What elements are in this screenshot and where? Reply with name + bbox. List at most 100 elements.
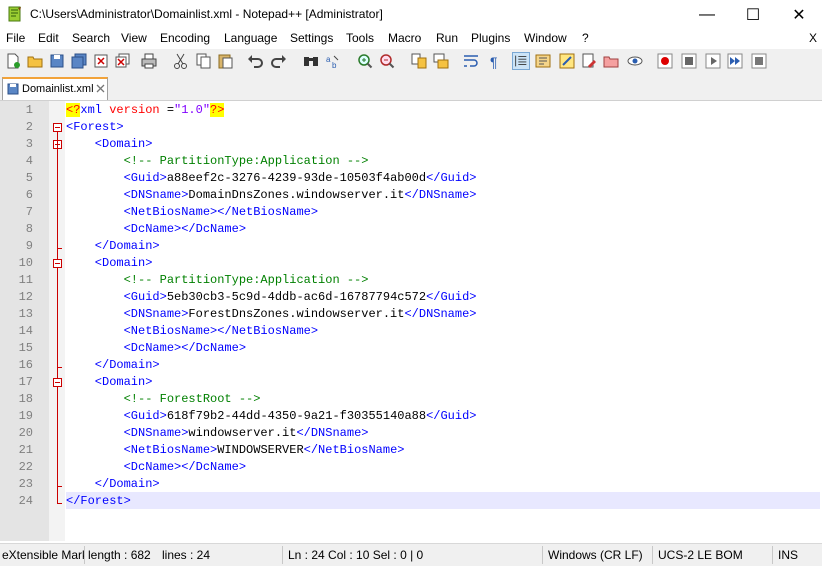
status-separator bbox=[542, 546, 543, 564]
monitoring-icon[interactable] bbox=[602, 52, 620, 70]
redo-icon[interactable] bbox=[270, 52, 288, 70]
close-icon[interactable] bbox=[92, 52, 110, 70]
code-line[interactable]: <Guid>618f79b2-44dd-4350-9a21-f30355140a… bbox=[66, 408, 477, 425]
menu-help[interactable]: ? bbox=[582, 31, 589, 45]
fold-toggle-forest[interactable] bbox=[53, 123, 62, 132]
function-list-icon[interactable] bbox=[558, 52, 576, 70]
line-number: 13 bbox=[18, 307, 33, 321]
minimize-button[interactable]: — bbox=[684, 0, 730, 30]
menu-edit[interactable]: Edit bbox=[38, 31, 59, 45]
code-line[interactable]: <NetBiosName>WINDOWSERVER</NetBiosName> bbox=[66, 442, 405, 459]
status-encoding[interactable]: UCS-2 LE BOM bbox=[658, 548, 743, 562]
indent-guide-icon[interactable] bbox=[512, 52, 530, 70]
status-insert-mode[interactable]: INS bbox=[778, 548, 798, 562]
stop-record-icon[interactable] bbox=[680, 52, 698, 70]
save-icon[interactable] bbox=[48, 52, 66, 70]
copy-icon[interactable] bbox=[194, 52, 212, 70]
line-number: 14 bbox=[18, 324, 33, 338]
line-number: 18 bbox=[18, 392, 33, 406]
editor-area[interactable]: 1 2 3 4 5 6 7 8 9 10 11 12 13 14 15 16 17 18 19 20 21 22 23 24 … bbox=[0, 101, 822, 541]
cut-icon[interactable] bbox=[172, 52, 190, 70]
tab-close-icon[interactable] bbox=[95, 83, 106, 94]
find-icon[interactable] bbox=[302, 52, 320, 70]
menu-search[interactable]: Search bbox=[72, 31, 110, 45]
line-number: 4 bbox=[25, 154, 33, 168]
save-all-icon[interactable] bbox=[70, 52, 88, 70]
code-line[interactable]: <?xml version ="1.0"?> bbox=[66, 102, 225, 119]
code-line[interactable]: <!-- PartitionType:Application --> bbox=[66, 153, 369, 170]
code-line[interactable]: <DNSname>DomainDnsZones.windowserver.it<… bbox=[66, 187, 477, 204]
print-icon[interactable] bbox=[140, 52, 158, 70]
code-line[interactable]: <Guid>a88eef2c-3276-4239-93de-10503f4ab0… bbox=[66, 170, 477, 187]
menu-window[interactable]: Window bbox=[524, 31, 567, 45]
line-number-margin: 1 2 3 4 5 6 7 8 9 10 11 12 13 14 15 16 17 18 19 20 21 22 23 24 bbox=[0, 101, 49, 541]
code-line[interactable]: <!-- ForestRoot --> bbox=[66, 391, 261, 408]
code-token: 618f79b2-44dd-4350-9a21-f30355140a88 bbox=[166, 409, 427, 423]
svg-text:a: a bbox=[326, 55, 331, 64]
code-line[interactable]: </Domain> bbox=[66, 238, 160, 255]
menu-encoding[interactable]: Encoding bbox=[160, 31, 210, 45]
paste-icon[interactable] bbox=[216, 52, 234, 70]
folder-as-workspace-icon[interactable] bbox=[580, 52, 598, 70]
record-macro-icon[interactable] bbox=[656, 52, 674, 70]
menu-settings[interactable]: Settings bbox=[290, 31, 333, 45]
code-line[interactable]: <NetBiosName></NetBiosName> bbox=[66, 323, 318, 340]
maximize-button[interactable]: ☐ bbox=[730, 0, 776, 30]
close-document-button[interactable]: X bbox=[809, 31, 817, 45]
code-token: <DNSname> bbox=[66, 188, 189, 202]
eye-icon[interactable] bbox=[626, 52, 644, 70]
play-macro-icon[interactable] bbox=[704, 52, 722, 70]
code-line[interactable]: </Domain> bbox=[66, 476, 160, 493]
replace-icon[interactable]: ab bbox=[324, 52, 342, 70]
doc-map-icon[interactable] bbox=[534, 52, 552, 70]
code-line[interactable]: <Forest> bbox=[66, 119, 124, 136]
code-line[interactable]: <Domain> bbox=[66, 255, 153, 272]
code-token: = bbox=[166, 103, 175, 117]
zoom-out-icon[interactable] bbox=[378, 52, 396, 70]
word-wrap-icon[interactable] bbox=[462, 52, 480, 70]
line-number: 12 bbox=[18, 290, 33, 304]
code-token: <Forest> bbox=[66, 120, 124, 134]
code-token: </Guid> bbox=[426, 409, 477, 423]
code-line[interactable]: </Domain> bbox=[66, 357, 160, 374]
menu-language[interactable]: Language bbox=[224, 31, 277, 45]
menu-tools[interactable]: Tools bbox=[346, 31, 374, 45]
sync-vertical-icon[interactable] bbox=[410, 52, 428, 70]
sync-horizontal-icon[interactable] bbox=[432, 52, 450, 70]
run-macro-multiple-icon[interactable] bbox=[726, 52, 744, 70]
show-all-chars-icon[interactable]: ¶ bbox=[486, 52, 504, 70]
status-bar: eXtensible Mark length : 682 lines : 24 … bbox=[0, 543, 822, 566]
code-line[interactable]: <DcName></DcName> bbox=[66, 340, 246, 357]
save-macro-icon[interactable] bbox=[750, 52, 768, 70]
menu-file[interactable]: File bbox=[6, 31, 25, 45]
code-token: <? bbox=[66, 103, 81, 117]
menu-run[interactable]: Run bbox=[436, 31, 458, 45]
line-number: 16 bbox=[18, 358, 33, 372]
code-line[interactable]: <DNSname>windowserver.it</DNSname> bbox=[66, 425, 369, 442]
new-file-icon[interactable] bbox=[4, 52, 22, 70]
code-line[interactable]: <Domain> bbox=[66, 374, 153, 391]
tab-domainlist[interactable]: Domainlist.xml bbox=[2, 77, 108, 100]
open-file-icon[interactable] bbox=[26, 52, 44, 70]
fold-toggle-domain-2[interactable] bbox=[53, 259, 62, 268]
line-number: 10 bbox=[18, 256, 33, 270]
close-all-icon[interactable] bbox=[114, 52, 132, 70]
menu-plugins[interactable]: Plugins bbox=[471, 31, 510, 45]
close-window-button[interactable]: ✕ bbox=[776, 0, 822, 30]
fold-toggle-domain-3[interactable] bbox=[53, 378, 62, 387]
code-line[interactable]: <!-- PartitionType:Application --> bbox=[66, 272, 369, 289]
undo-icon[interactable] bbox=[246, 52, 264, 70]
menu-macro[interactable]: Macro bbox=[388, 31, 421, 45]
code-line[interactable]: <Guid>5eb30cb3-5c9d-4ddb-ac6d-16787794c5… bbox=[66, 289, 477, 306]
code-line[interactable]: <DNSname>ForestDnsZones.windowserver.it<… bbox=[66, 306, 477, 323]
code-token: 5eb30cb3-5c9d-4ddb-ac6d-16787794c572 bbox=[166, 290, 427, 304]
code-token: <Guid> bbox=[66, 171, 167, 185]
code-line[interactable]: <NetBiosName></NetBiosName> bbox=[66, 204, 318, 221]
menu-view[interactable]: View bbox=[121, 31, 147, 45]
code-line[interactable]: <Domain> bbox=[66, 136, 153, 153]
code-line[interactable]: </Forest> bbox=[66, 493, 131, 510]
code-line[interactable]: <DcName></DcName> bbox=[66, 459, 246, 476]
code-line[interactable]: <DcName></DcName> bbox=[66, 221, 246, 238]
status-eol[interactable]: Windows (CR LF) bbox=[548, 548, 643, 562]
zoom-in-icon[interactable] bbox=[356, 52, 374, 70]
